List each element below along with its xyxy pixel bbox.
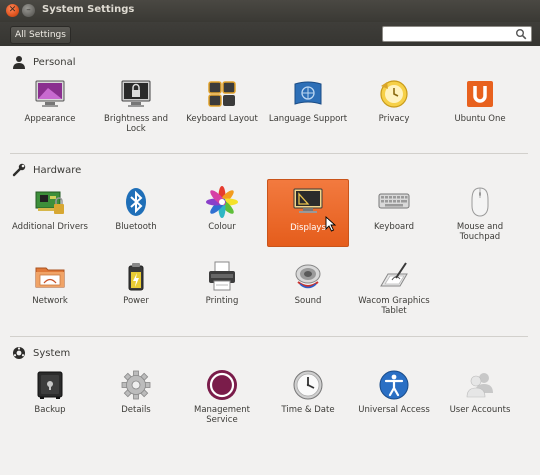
item-label: Keyboard: [374, 222, 414, 232]
system-settings-window: ✕ – System Settings All Settings Persona…: [0, 0, 540, 475]
item-bluetooth[interactable]: Bluetooth: [94, 186, 178, 254]
close-icon: ✕: [8, 5, 17, 15]
section-header-system: System: [12, 345, 70, 361]
details-gear-icon: [121, 370, 151, 400]
item-label: Wacom Graphics Tablet: [358, 296, 430, 316]
item-displays[interactable]: Displays: [267, 179, 349, 247]
item-label: Appearance: [24, 114, 76, 124]
appearance-icon: [35, 80, 65, 107]
item-label: Privacy: [378, 114, 410, 124]
item-label: Power: [123, 296, 149, 306]
section-divider: [10, 153, 528, 154]
item-sound[interactable]: Sound: [266, 260, 350, 328]
section-header-personal: Personal: [12, 54, 76, 70]
lock-screen-icon: [121, 80, 151, 107]
system-gear-icon: [13, 347, 25, 359]
management-service-icon: [207, 370, 237, 400]
search-field[interactable]: [382, 26, 532, 42]
printer-icon: [209, 261, 235, 291]
person-icon: [13, 56, 25, 69]
item-printing[interactable]: Printing: [180, 260, 264, 328]
item-network[interactable]: Network: [8, 260, 92, 328]
close-button[interactable]: ✕: [6, 4, 19, 17]
display-monitor-icon: [293, 188, 323, 213]
section-label-personal: Personal: [33, 56, 76, 68]
item-label: Mouse and Touchpad: [456, 222, 504, 242]
graphics-tablet-icon: [380, 262, 408, 287]
network-icon: [35, 267, 65, 288]
item-label: Network: [32, 296, 68, 306]
item-appearance[interactable]: Appearance: [8, 78, 92, 146]
wrench-icon: [12, 163, 26, 177]
item-mouse-and-touchpad[interactable]: Mouse and Touchpad: [438, 186, 522, 254]
minimize-icon: –: [26, 5, 31, 15]
safe-icon: [37, 371, 63, 399]
item-label: Sound: [294, 296, 322, 306]
colour-flower-icon: [206, 186, 238, 218]
item-privacy[interactable]: Privacy: [352, 78, 436, 146]
item-label: Backup: [34, 405, 66, 415]
section-label-system: System: [33, 347, 71, 359]
window-title: System Settings: [42, 4, 135, 15]
driver-board-icon: [35, 191, 64, 214]
minimize-button[interactable]: –: [22, 4, 35, 17]
item-label: Additional Drivers: [12, 222, 88, 232]
keyboard-layout-icon: [208, 81, 236, 107]
privacy-clock-icon: [380, 80, 408, 108]
section-divider: [10, 336, 528, 337]
item-management-service[interactable]: Management Service: [180, 369, 264, 437]
item-wacom-graphics-tablet[interactable]: Wacom Graphics Tablet: [352, 260, 436, 328]
title-bar: ✕ – System Settings: [0, 0, 540, 22]
item-label: User Accounts: [449, 405, 511, 415]
item-label: Bluetooth: [115, 222, 157, 232]
item-backup[interactable]: Backup: [8, 369, 92, 437]
item-universal-access[interactable]: Universal Access: [352, 369, 436, 437]
search-input[interactable]: [385, 27, 511, 41]
item-language-support[interactable]: Language Support: [266, 78, 350, 146]
item-label: Universal Access: [358, 405, 430, 415]
item-details[interactable]: Details: [94, 369, 178, 437]
item-keyboard-layout[interactable]: Keyboard Layout: [180, 78, 264, 146]
item-additional-drivers[interactable]: Additional Drivers: [8, 186, 92, 254]
speaker-icon: [295, 264, 321, 289]
section-header-hardware: Hardware: [12, 162, 81, 178]
item-label: Management Service: [194, 405, 250, 425]
item-brightness-and-lock[interactable]: Brightness and Lock: [94, 78, 178, 146]
item-label: Details: [121, 405, 151, 415]
item-label: Displays: [290, 223, 326, 233]
item-label: Time & Date: [281, 405, 335, 415]
item-label: Keyboard Layout: [186, 114, 258, 124]
section-label-hardware: Hardware: [33, 164, 82, 176]
item-label: Printing: [205, 296, 239, 306]
item-user-accounts[interactable]: User Accounts: [438, 369, 522, 437]
item-colour[interactable]: Colour: [180, 186, 264, 254]
item-label: Ubuntu One: [454, 114, 506, 124]
item-label: Colour: [208, 222, 236, 232]
item-label: Language Support: [268, 114, 348, 124]
users-icon: [466, 373, 493, 398]
item-label: Brightness and Lock: [104, 114, 168, 134]
clock-icon: [293, 370, 323, 400]
language-flag-icon: [294, 81, 322, 105]
ubuntu-one-icon: [467, 81, 493, 107]
item-ubuntu-one[interactable]: Ubuntu One: [438, 78, 522, 146]
item-time-and-date[interactable]: Time & Date: [266, 369, 350, 437]
search-icon: [516, 29, 527, 40]
battery-icon: [128, 263, 144, 291]
all-settings-button[interactable]: All Settings: [10, 26, 71, 44]
bluetooth-icon: [126, 188, 146, 216]
mouse-icon: [471, 187, 489, 217]
universal-access-icon: [379, 370, 409, 400]
item-keyboard[interactable]: Keyboard: [352, 186, 436, 254]
item-power[interactable]: Power: [94, 260, 178, 328]
keyboard-icon: [378, 193, 410, 209]
